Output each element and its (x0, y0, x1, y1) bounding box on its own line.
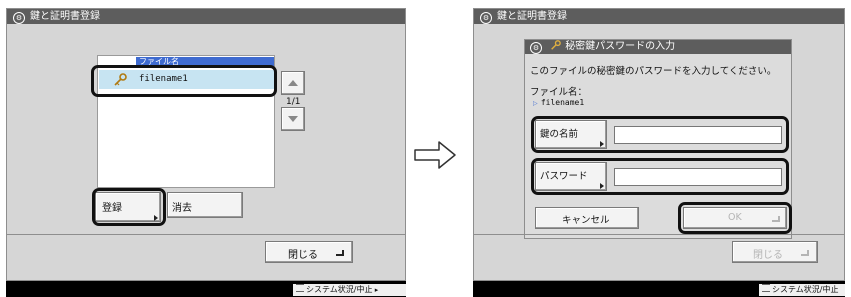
chevron-up-icon (288, 80, 298, 86)
cancel-button[interactable]: キャンセル (535, 207, 639, 229)
arrow-right-icon (414, 141, 456, 169)
filename-label: ファイル名： (530, 87, 588, 98)
delete-button-label: 消去 (172, 203, 192, 214)
password-dialog: ⚙ 秘密鍵パスワードの入力 このファイルの秘密鍵のパスワードを入力してください。… (524, 39, 792, 239)
close-button-label: 閉じる (753, 250, 783, 261)
close-button-label: 閉じる (288, 250, 318, 261)
password-row-highlight (531, 158, 789, 195)
ok-button-highlight (678, 202, 792, 234)
system-status-label-2: システム状況/中止 (772, 285, 839, 294)
key-certificate-icon: ⚙ (13, 12, 25, 24)
dialog-title-bar: ⚙ 秘密鍵パスワードの入力 (525, 40, 791, 54)
system-status-button-2[interactable]: システム状況/中止 (759, 284, 845, 296)
screen-2: ⚙ 鍵と証明書登録 ⚙ 秘密鍵パスワードの入力 このファイルの秘密鍵のパスワードを… (473, 8, 845, 281)
filename-row: ▷ filename1 (533, 97, 584, 108)
delete-button[interactable]: 消去 (167, 192, 243, 218)
screen-1-title: 鍵と証明書登録 (30, 11, 100, 22)
bottom-bar-1: システム状況/中止 ▸ (6, 281, 406, 297)
system-status-button-1[interactable]: システム状況/中止 ▸ (293, 284, 406, 296)
footer-divider (7, 234, 405, 235)
scroll-down-button[interactable] (281, 107, 305, 131)
footer-divider (474, 234, 844, 235)
key-name-row-highlight (531, 116, 789, 153)
status-icon (762, 284, 770, 292)
status-icon (296, 284, 304, 292)
list-item-highlight (91, 65, 277, 97)
key-certificate-icon: ⚙ (530, 42, 542, 54)
bullet-arrow-icon: ▷ (533, 100, 538, 107)
return-icon (801, 250, 809, 256)
scroll-up-button[interactable] (281, 71, 305, 95)
chevron-right-icon: ▸ (372, 286, 379, 294)
close-button-disabled[interactable]: 閉じる (732, 241, 818, 263)
system-status-label-1: システム状況/中止 (306, 285, 373, 294)
screen-1-title-bar: ⚙ 鍵と証明書登録 (7, 9, 405, 24)
cancel-button-label: キャンセル (562, 215, 610, 226)
chevron-down-icon (288, 116, 298, 122)
bottom-bar-2: システム状況/中止 (473, 281, 845, 297)
close-button[interactable]: 閉じる (265, 241, 353, 263)
register-button-highlight (92, 188, 166, 226)
screen-2-title-bar: ⚙ 鍵と証明書登録 (474, 9, 844, 24)
page-indicator: 1/1 (286, 97, 301, 107)
dialog-title: 秘密鍵パスワードの入力 (565, 41, 676, 52)
filename-value: filename1 (540, 98, 585, 107)
dialog-message: このファイルの秘密鍵のパスワードを入力してください。 (530, 66, 777, 77)
screen-1: ⚙ 鍵と証明書登録 ファイル名 filename1 1/1 登録 消去 閉じる (6, 8, 406, 281)
key-icon (551, 40, 561, 50)
screen-2-title: 鍵と証明書登録 (497, 11, 567, 22)
return-icon (336, 250, 344, 256)
key-certificate-icon: ⚙ (480, 12, 492, 24)
